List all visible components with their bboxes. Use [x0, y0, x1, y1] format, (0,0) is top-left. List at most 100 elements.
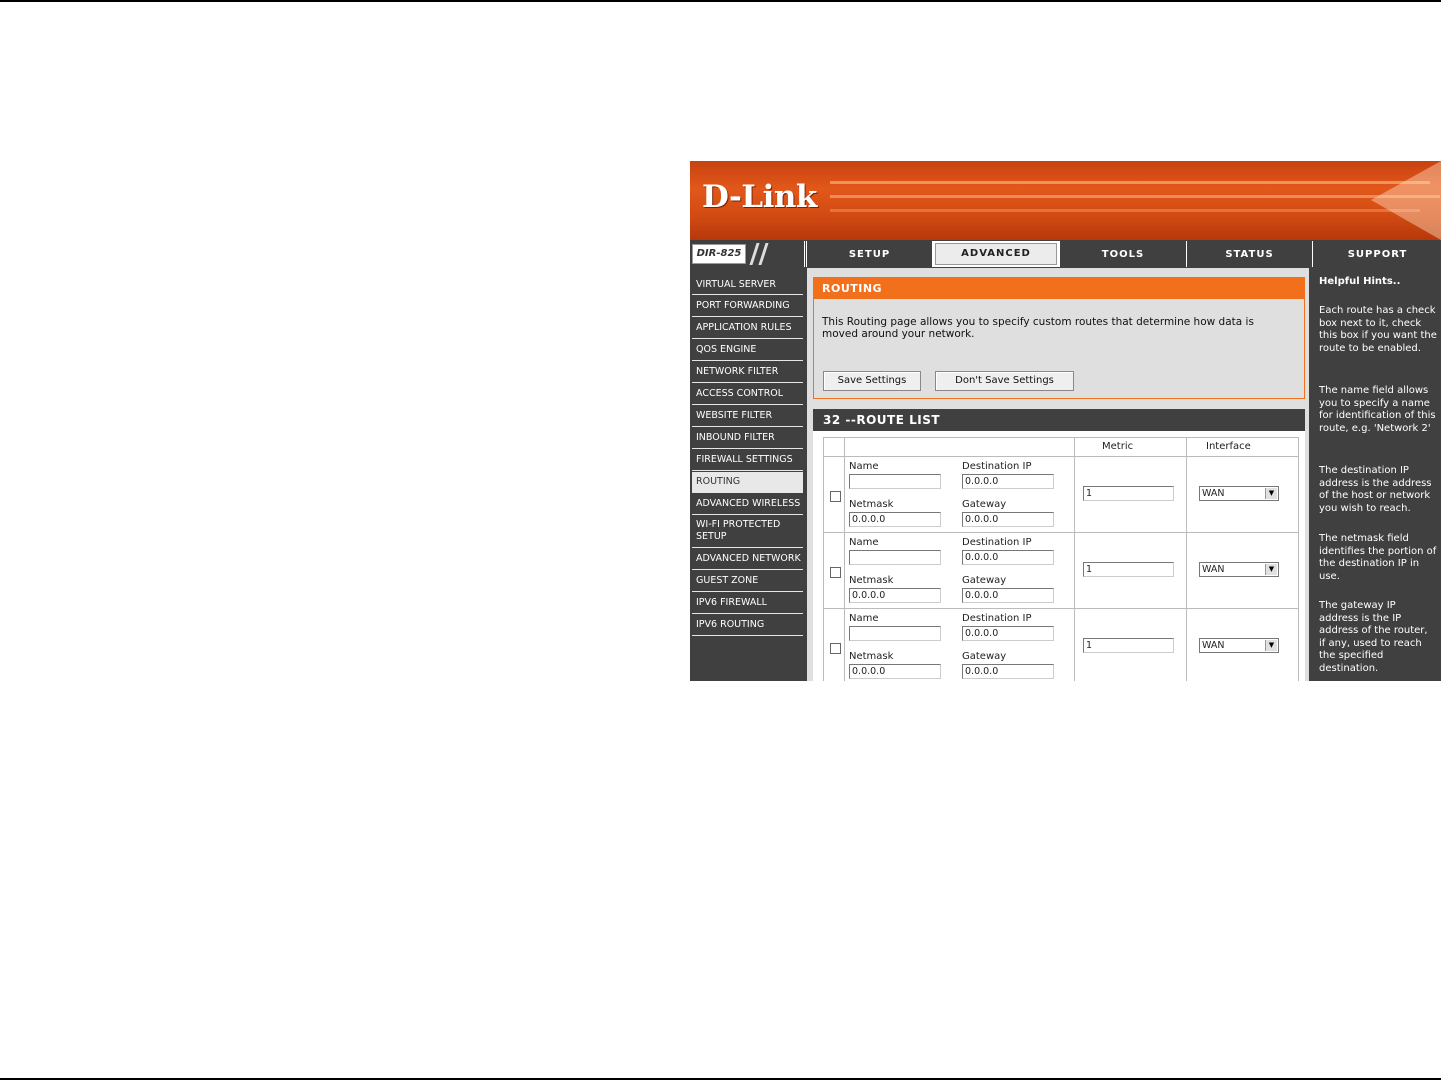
sidebar-item-advanced-wireless[interactable]: ADVANCED WIRELESS — [692, 494, 803, 515]
sidebar-item-label: ROUTING — [696, 476, 741, 487]
gateway-label: Gateway — [962, 499, 1007, 510]
chevron-down-icon[interactable]: ▼ — [1265, 564, 1277, 575]
router-admin-screenshot: D-Link DIR-825 SETUP ADVANCED TOOLS STAT… — [690, 161, 1441, 681]
routing-section: ROUTING This Routing page allows you to … — [813, 277, 1305, 399]
tab-support[interactable]: SUPPORT — [1312, 241, 1441, 267]
sidebar-item-virtual-server[interactable]: VIRTUAL SERVER — [692, 275, 803, 295]
sidebar-item-wifi-protected-setup[interactable]: WI-FI PROTECTED SETUP — [692, 516, 803, 548]
sidebar-item-website-filter[interactable]: WEBSITE FILTER — [692, 406, 803, 427]
gateway-label: Gateway — [962, 575, 1007, 586]
metric-field[interactable]: 1 — [1083, 562, 1174, 577]
gateway-field[interactable]: 0.0.0.0 — [962, 588, 1054, 603]
table-row: Name Destination IP 0.0.0.0 Netmask 0.0.… — [824, 457, 1298, 533]
sidebar-item-port-forwarding[interactable]: PORT FORWARDING — [692, 296, 803, 317]
sidebar-item-guest-zone[interactable]: GUEST ZONE — [692, 571, 803, 592]
banner-streak — [830, 195, 1440, 198]
gateway-field[interactable]: 0.0.0.0 — [962, 664, 1054, 679]
sidebar-item-label: IPV6 ROUTING — [696, 619, 765, 630]
route-enable-checkbox[interactable] — [830, 643, 841, 654]
tab-tools[interactable]: TOOLS — [1059, 241, 1186, 267]
netmask-field[interactable]: 0.0.0.0 — [849, 664, 941, 679]
tab-advanced[interactable]: ADVANCED — [932, 241, 1059, 267]
model-label: DIR-825 — [696, 248, 742, 259]
top-nav: DIR-825 SETUP ADVANCED TOOLS STATUS SUPP… — [690, 241, 1441, 267]
name-label: Name — [849, 613, 879, 624]
banner-streak — [830, 181, 1430, 184]
hint-text: The destination IP address is the addres… — [1319, 465, 1432, 514]
table-row: Name Destination IP 0.0.0.0 Netmask 0.0.… — [824, 609, 1298, 681]
route-enable-checkbox[interactable] — [830, 567, 841, 578]
destination-ip-label: Destination IP — [962, 613, 1032, 624]
hint-text: Each route has a check box next to it, c… — [1319, 305, 1437, 354]
sidebar-item-label: VIRTUAL SERVER — [696, 279, 776, 290]
sidebar-item-qos-engine[interactable]: QOS ENGINE — [692, 340, 803, 361]
netmask-label: Netmask — [849, 651, 894, 662]
route-list-title: 32 --ROUTE LIST — [813, 409, 1305, 431]
route-enable-checkbox[interactable] — [830, 491, 841, 502]
sidebar-item-network-filter[interactable]: NETWORK FILTER — [692, 362, 803, 383]
bottom-rule — [0, 1078, 1441, 1080]
name-field[interactable] — [849, 474, 941, 489]
netmask-label: Netmask — [849, 499, 894, 510]
sidebar-item-routing[interactable]: ROUTING — [692, 472, 803, 493]
sidebar-item-label: WI-FI PROTECTED SETUP — [696, 519, 781, 542]
destination-ip-field[interactable]: 0.0.0.0 — [962, 626, 1054, 641]
banner-wedge — [1371, 161, 1441, 240]
main-content: ROUTING This Routing page allows you to … — [807, 268, 1309, 681]
name-label: Name — [849, 537, 879, 548]
route-table: Metric Interface Name Destination IP 0.0… — [823, 437, 1299, 681]
sidebar-item-label: NETWORK FILTER — [696, 366, 779, 377]
interface-value: WAN — [1202, 488, 1225, 499]
chevron-down-icon[interactable]: ▼ — [1265, 640, 1277, 651]
sidebar-item-access-control[interactable]: ACCESS CONTROL — [692, 384, 803, 405]
slash-decoration — [758, 243, 769, 265]
hint-text: The gateway IP address is the IP address… — [1319, 600, 1428, 674]
interface-value: WAN — [1202, 564, 1225, 575]
sidebar-item-label: ACCESS CONTROL — [696, 388, 784, 399]
destination-ip-field[interactable]: 0.0.0.0 — [962, 474, 1054, 489]
sidebar-item-advanced-network[interactable]: ADVANCED NETWORK — [692, 549, 803, 570]
destination-ip-label: Destination IP — [962, 537, 1032, 548]
section-description: This Routing page allows you to specify … — [822, 316, 1254, 340]
netmask-field[interactable]: 0.0.0.0 — [849, 512, 941, 527]
model-label-box: DIR-825 — [692, 244, 746, 264]
interface-select[interactable]: WAN ▼ — [1199, 638, 1279, 653]
interface-value: WAN — [1202, 640, 1225, 651]
helpful-hints-panel: Helpful Hints.. Each route has a check b… — [1311, 268, 1441, 681]
section-title: ROUTING — [814, 278, 1304, 299]
sidebar-item-inbound-filter[interactable]: INBOUND FILTER — [692, 428, 803, 449]
name-field[interactable] — [849, 626, 941, 641]
sidebar-item-firewall-settings[interactable]: FIREWALL SETTINGS — [692, 450, 803, 471]
table-row: Name Destination IP 0.0.0.0 Netmask 0.0.… — [824, 533, 1298, 609]
sidebar-item-label: APPLICATION RULES — [696, 322, 792, 333]
model-badge: DIR-825 — [690, 241, 805, 267]
dont-save-settings-button[interactable]: Don't Save Settings — [935, 371, 1074, 391]
destination-ip-label: Destination IP — [962, 461, 1032, 472]
sidebar-item-label: PORT FORWARDING — [696, 300, 790, 311]
hint-text: The name field allows you to specify a n… — [1319, 385, 1436, 434]
destination-ip-field[interactable]: 0.0.0.0 — [962, 550, 1054, 565]
metric-field[interactable]: 1 — [1083, 638, 1174, 653]
gateway-field[interactable]: 0.0.0.0 — [962, 512, 1054, 527]
sidebar-item-ipv6-firewall[interactable]: IPV6 FIREWALL — [692, 593, 803, 614]
sidebar-item-label: ADVANCED NETWORK — [696, 553, 801, 564]
route-list-section: 32 --ROUTE LIST Metric Interface Name De… — [813, 409, 1305, 681]
chevron-down-icon[interactable]: ▼ — [1265, 488, 1277, 499]
tab-setup[interactable]: SETUP — [806, 241, 932, 267]
gateway-label: Gateway — [962, 651, 1007, 662]
hints-title: Helpful Hints.. — [1319, 276, 1401, 287]
metric-column-header: Metric — [1102, 441, 1134, 452]
interface-select[interactable]: WAN ▼ — [1199, 486, 1279, 501]
sidebar-item-application-rules[interactable]: APPLICATION RULES — [692, 318, 803, 339]
sidebar-item-ipv6-routing[interactable]: IPV6 ROUTING — [692, 615, 803, 636]
hint-text: The netmask field identifies the portion… — [1319, 533, 1437, 582]
sidebar-item-label: IPV6 FIREWALL — [696, 597, 767, 608]
name-field[interactable] — [849, 550, 941, 565]
netmask-label: Netmask — [849, 575, 894, 586]
netmask-field[interactable]: 0.0.0.0 — [849, 588, 941, 603]
banner-streak — [830, 209, 1420, 212]
interface-select[interactable]: WAN ▼ — [1199, 562, 1279, 577]
metric-field[interactable]: 1 — [1083, 486, 1174, 501]
save-settings-button[interactable]: Save Settings — [823, 371, 921, 391]
tab-status[interactable]: STATUS — [1186, 241, 1312, 267]
